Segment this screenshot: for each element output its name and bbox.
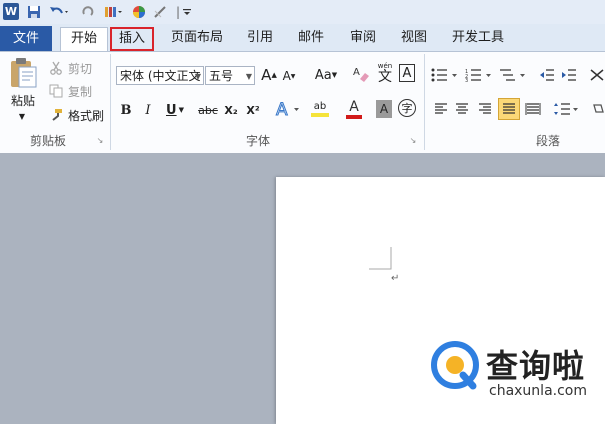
- format-painter-button[interactable]: 格式刷: [66, 107, 106, 123]
- tab-developer[interactable]: 开发工具: [447, 27, 509, 49]
- group-separator: [424, 54, 425, 150]
- character-border-button[interactable]: A: [399, 64, 415, 82]
- quick-access-toolbar: W |: [0, 0, 605, 25]
- enclose-characters-button[interactable]: 字: [398, 99, 416, 117]
- tab-page-layout[interactable]: 页面布局: [166, 27, 228, 49]
- customize-dropdown-icon[interactable]: [181, 3, 193, 20]
- strikethrough-button[interactable]: abc: [196, 101, 220, 119]
- font-name-value: 宋体 (中文正文: [120, 69, 201, 83]
- bullets-button[interactable]: [430, 66, 460, 84]
- text-effects-button[interactable]: A: [274, 98, 302, 120]
- clipboard-group-label: 剪贴板: [29, 134, 66, 148]
- decrease-indent-button[interactable]: [538, 66, 556, 84]
- font-launcher-icon[interactable]: ↘: [408, 135, 418, 145]
- font-color-button[interactable]: A: [340, 98, 368, 120]
- underline-button[interactable]: U ▼: [162, 101, 188, 119]
- svg-text:A: A: [276, 100, 288, 119]
- highlight-glyph: ab: [313, 101, 327, 112]
- shrink-font-glyph: A: [282, 69, 291, 83]
- font-size-value: 五号: [209, 69, 234, 83]
- font-name-dropdown-icon: ▼: [194, 72, 201, 81]
- align-center-button[interactable]: [453, 100, 471, 118]
- font-name-select[interactable]: 宋体 (中文正文 ▼: [116, 66, 204, 85]
- paragraph-mark-icon: ↵: [391, 273, 400, 284]
- change-case-button[interactable]: Aa ▼: [312, 66, 340, 84]
- font-group-label: 字体: [245, 134, 270, 148]
- paste-button[interactable]: 粘贴: [6, 92, 40, 108]
- copy-icon[interactable]: [48, 83, 64, 99]
- watermark-brand: 查询啦: [486, 347, 586, 385]
- font-size-select[interactable]: 五号 ▼: [205, 66, 255, 85]
- margin-corner-mark: [369, 247, 392, 270]
- grow-font-glyph: A: [261, 66, 272, 84]
- paragraph-group-label: 段落: [535, 134, 560, 148]
- color-wheel-icon[interactable]: [131, 3, 147, 20]
- draw-table-icon[interactable]: [152, 3, 168, 20]
- increase-indent-button[interactable]: [560, 66, 578, 84]
- grow-font-button[interactable]: A ▲: [260, 65, 278, 85]
- underline-glyph: U: [166, 102, 177, 118]
- group-separator: [110, 54, 111, 150]
- numbering-button[interactable]: 123: [464, 66, 494, 84]
- multilevel-list-button[interactable]: [498, 66, 528, 84]
- change-case-glyph: Aa: [314, 67, 332, 83]
- character-shading-button[interactable]: A: [376, 100, 392, 118]
- align-right-button[interactable]: [476, 100, 494, 118]
- shrink-font-button[interactable]: A ▼: [281, 67, 297, 85]
- text-highlight-button[interactable]: ab: [305, 98, 335, 120]
- align-left-button[interactable]: [432, 100, 450, 118]
- tab-file[interactable]: 文件: [0, 26, 52, 51]
- watermark-url: chaxunla.com: [489, 383, 587, 399]
- word-logo-icon[interactable]: W: [3, 3, 19, 20]
- tab-view[interactable]: 视图: [396, 27, 432, 49]
- tab-review[interactable]: 审阅: [345, 27, 381, 49]
- quick-style-icon[interactable]: [102, 3, 124, 20]
- tab-insert[interactable]: 插入: [110, 27, 154, 51]
- line-spacing-button[interactable]: [553, 100, 581, 118]
- scissors-icon[interactable]: [48, 60, 64, 76]
- svg-text:3: 3: [465, 78, 468, 82]
- italic-button[interactable]: I: [140, 101, 156, 119]
- format-painter-icon[interactable]: [48, 107, 64, 123]
- subscript-button[interactable]: X₂: [222, 101, 240, 119]
- distributed-align-button[interactable]: [524, 100, 542, 118]
- redo-icon[interactable]: [80, 3, 96, 20]
- clipboard-launcher-icon[interactable]: ↘: [95, 135, 105, 145]
- font-color-glyph: A: [349, 98, 359, 115]
- document-page[interactable]: ↵ 查询啦 chaxunla.com: [276, 177, 605, 424]
- chinese-layout-icon[interactable]: [588, 66, 605, 84]
- justify-button[interactable]: [498, 98, 520, 120]
- tab-references[interactable]: 引用: [242, 27, 278, 49]
- clear-formatting-icon[interactable]: A: [352, 64, 370, 84]
- chaxunla-logo-icon: [430, 340, 480, 390]
- cut-button[interactable]: 剪切: [66, 60, 94, 76]
- svg-text:A: A: [353, 67, 360, 78]
- paste-dropdown-icon[interactable]: ▼: [14, 111, 30, 121]
- phonetic-guide-button[interactable]: wén 文: [375, 62, 395, 86]
- tab-mailings[interactable]: 邮件: [293, 27, 329, 49]
- ribbon-tab-bar: 文件 开始 插入 页面布局 引用 邮件 审阅 视图 开发工具: [0, 24, 605, 52]
- superscript-button[interactable]: X²: [244, 101, 262, 119]
- save-icon[interactable]: [26, 3, 42, 20]
- bold-button[interactable]: B: [118, 101, 134, 119]
- shading-icon[interactable]: [590, 100, 605, 118]
- copy-button[interactable]: 复制: [66, 83, 94, 99]
- undo-icon[interactable]: [48, 3, 70, 20]
- font-size-dropdown-icon: ▼: [245, 72, 252, 81]
- paste-icon[interactable]: [6, 56, 40, 90]
- tab-home[interactable]: 开始: [60, 27, 108, 52]
